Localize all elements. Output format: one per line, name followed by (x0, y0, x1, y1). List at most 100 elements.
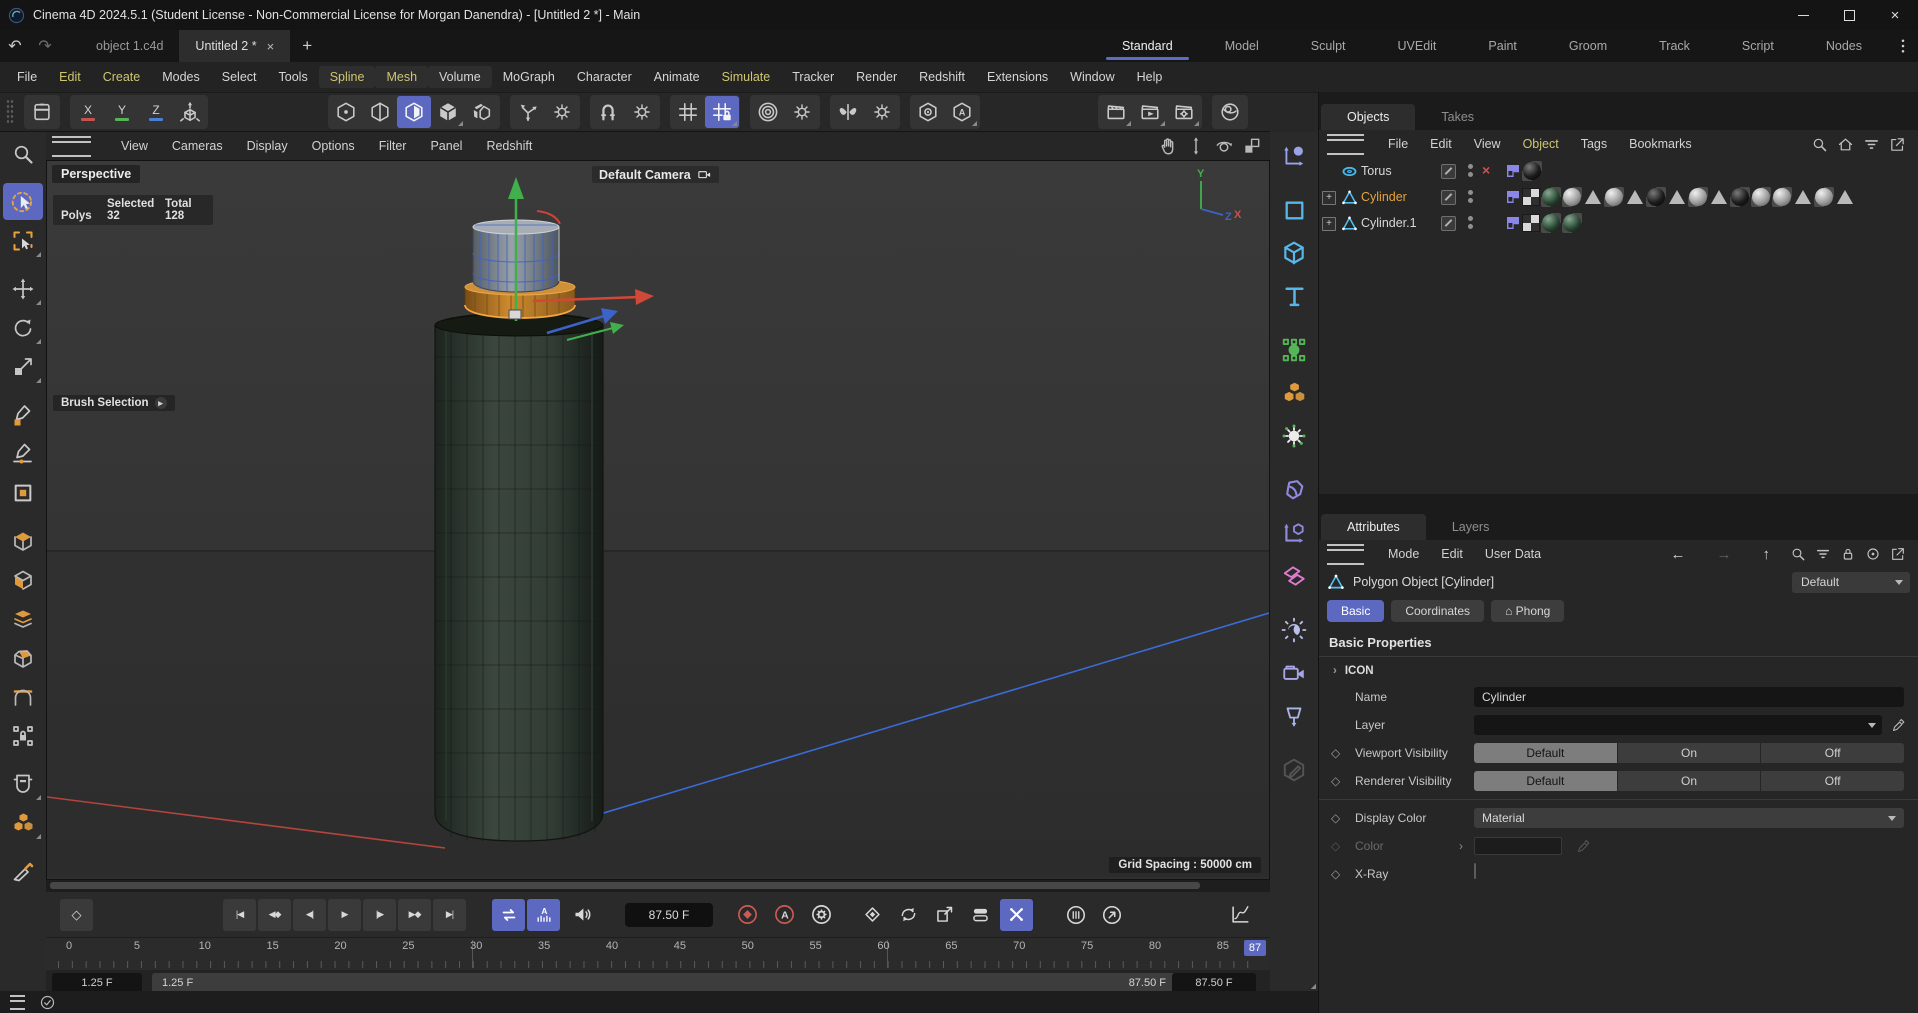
object-row-cylinder[interactable]: + Cylinder (1319, 184, 1918, 210)
key-rotation-button[interactable] (892, 899, 925, 931)
timeline-editor-button[interactable] (1223, 899, 1256, 931)
attribute-menu-item[interactable]: Edit (1430, 544, 1474, 564)
viewport-menu-item[interactable]: Cameras (160, 136, 235, 156)
boole-symmetry-button[interactable] (1274, 556, 1314, 596)
attribute-menu-item[interactable]: Mode (1377, 544, 1430, 564)
viewport-menu-item[interactable]: Filter (367, 136, 419, 156)
tag-icon[interactable] (1646, 187, 1666, 207)
playback-button[interactable]: ▶◆ (398, 899, 431, 931)
pan-hand-icon[interactable] (1158, 136, 1178, 156)
instance-button[interactable] (1274, 513, 1314, 553)
spline-rectangle-button[interactable] (1274, 190, 1314, 230)
layout-menu-button[interactable] (1888, 30, 1918, 62)
lock-workplane-button[interactable] (705, 96, 739, 128)
modeling-settings-button[interactable] (785, 96, 819, 128)
metaball-button[interactable] (1274, 470, 1314, 510)
record-keyframe-button[interactable] (731, 899, 764, 931)
menu-item[interactable]: File (6, 66, 48, 88)
extrude-tool-button[interactable] (3, 522, 43, 559)
tweak-mode-button[interactable] (511, 96, 545, 128)
manager-tab[interactable]: Attributes (1321, 514, 1426, 540)
edit-enable-toggle[interactable] (1441, 190, 1456, 205)
object-row-cylinder1[interactable]: + Cylinder.1 (1319, 210, 1918, 236)
snap-settings-button[interactable] (625, 96, 659, 128)
tag-icon[interactable] (1522, 214, 1540, 232)
manager-tab[interactable]: Objects (1321, 104, 1415, 130)
menu-item[interactable]: Tracker (781, 66, 845, 88)
autokeying-button[interactable] (768, 899, 801, 931)
sound-button[interactable] (566, 899, 599, 931)
camera-label[interactable]: Default Camera (592, 166, 719, 183)
tag-icon[interactable] (1667, 187, 1687, 207)
axis-lock-z-button[interactable]: Z (139, 96, 173, 128)
expand-arrow[interactable]: › (1459, 839, 1463, 853)
filter-icon[interactable] (1863, 136, 1880, 153)
playback-button[interactable]: ◀| (293, 899, 326, 931)
viewport-hscrollbar[interactable] (46, 880, 1270, 892)
rectangle-primitive-button[interactable] (3, 474, 43, 511)
edges-mode-button[interactable] (363, 96, 397, 128)
menu-item[interactable]: Spline (319, 66, 376, 88)
nav-up-icon[interactable]: ↑ (1752, 543, 1782, 566)
eyedropper-icon[interactable] (1891, 718, 1906, 733)
segment-default[interactable]: Default (1474, 771, 1617, 791)
edit-enable-toggle[interactable] (1441, 216, 1456, 231)
camera-object-button[interactable] (1274, 653, 1314, 693)
close-tab-icon[interactable]: × (267, 39, 275, 54)
filter-icon[interactable] (1815, 546, 1831, 562)
rotate-tool-button[interactable] (3, 309, 43, 346)
object-manager-menu-icon[interactable] (1327, 134, 1364, 155)
menu-item[interactable]: Redshift (908, 66, 976, 88)
layout-tab[interactable]: UVEdit (1372, 30, 1463, 62)
keyable-diamond-icon[interactable]: ◇ (1331, 774, 1340, 788)
rectangle-selection-button[interactable] (3, 222, 43, 259)
ramp-button[interactable] (1095, 899, 1128, 931)
render-view-settings-button[interactable] (25, 96, 59, 128)
live-selection-button[interactable] (3, 183, 43, 220)
playback-button[interactable]: ▶ (328, 899, 361, 931)
tag-icon[interactable] (1562, 213, 1582, 233)
manager-tab[interactable]: Layers (1426, 514, 1516, 540)
key-scale-button[interactable] (928, 899, 961, 931)
panel-divider[interactable] (1319, 494, 1918, 502)
range-start-field[interactable]: 1.25 F (52, 973, 142, 993)
expand-toggle[interactable]: + (1322, 217, 1336, 231)
bridge-tool-button[interactable] (3, 678, 43, 715)
object-manager-menu-item[interactable]: File (1377, 134, 1419, 154)
generator-button[interactable] (1274, 416, 1314, 456)
redo-button[interactable]: ↷ (30, 30, 60, 62)
preset-dropdown[interactable]: Default (1792, 572, 1910, 593)
xray-checkbox[interactable] (1474, 863, 1476, 879)
document-tab-active[interactable]: Untitled 2 * × (179, 30, 290, 62)
key-parameter-button[interactable] (964, 899, 997, 931)
expand-toggle[interactable]: + (1322, 191, 1336, 205)
tag-icon[interactable] (1541, 213, 1561, 233)
document-tab[interactable]: object 1.c4d (80, 30, 179, 62)
layout-tab[interactable]: Standard (1096, 30, 1199, 62)
playback-button[interactable]: |▶ (363, 899, 396, 931)
undo-button[interactable]: ↶ (0, 30, 30, 62)
segment-off[interactable]: Off (1761, 771, 1904, 791)
polygons-mode-button[interactable] (397, 96, 431, 128)
attribute-tab-chip[interactable]: ⌂ Phong (1491, 600, 1564, 622)
tag-icon[interactable] (1625, 187, 1645, 207)
tag-icon[interactable] (1688, 187, 1708, 207)
search-icon[interactable] (1790, 546, 1806, 562)
segment-on[interactable]: On (1618, 743, 1761, 763)
visibility-dots[interactable] (1468, 190, 1473, 195)
field-object-button[interactable] (1274, 330, 1314, 370)
axis-modify-button[interactable] (1274, 136, 1314, 176)
menu-item[interactable]: Create (92, 66, 152, 88)
keyframe-diamond-button[interactable]: ◇ (60, 899, 93, 931)
tag-icon[interactable] (1604, 187, 1624, 207)
minimize-button[interactable] (1780, 0, 1826, 30)
menu-item[interactable]: Window (1059, 66, 1125, 88)
object-manager-menu-item[interactable]: Object (1512, 134, 1570, 154)
dolly-zoom-icon[interactable] (1186, 136, 1206, 156)
maximize-button[interactable] (1826, 0, 1872, 30)
solo-animation-button[interactable] (1059, 899, 1092, 931)
open-external-icon[interactable] (1890, 546, 1906, 562)
menu-item[interactable]: Simulate (711, 66, 782, 88)
tag-icon[interactable] (1541, 187, 1561, 207)
axis-mode-button[interactable] (465, 96, 499, 128)
